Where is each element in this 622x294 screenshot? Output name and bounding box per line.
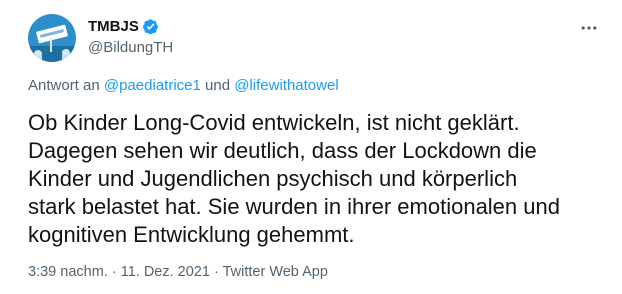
tweet-text-line: kognitiven Entwicklung gehemmt. bbox=[28, 222, 355, 247]
meta-separator: · bbox=[213, 264, 219, 280]
author-name-row: TMBJS bbox=[88, 17, 173, 36]
verified-badge-icon bbox=[142, 18, 159, 35]
tweet-text-line: Dagegen sehen wir deutlich, dass der Loc… bbox=[28, 138, 537, 163]
tweet-meta: 3:39 nachm. · 11. Dez. 2021 · Twitter We… bbox=[28, 264, 328, 280]
mention-link-1[interactable]: @paediatrice1 bbox=[104, 77, 201, 94]
tweet-text-line: Kinder und Jugendlichen psychisch und kö… bbox=[28, 166, 518, 191]
tweet-text-line: Ob Kinder Long-Covid entwickeln, ist nic… bbox=[28, 110, 520, 135]
reply-context: Antwort an @paediatrice1 und @lifewithat… bbox=[28, 77, 339, 94]
tweet-source[interactable]: Twitter Web App bbox=[223, 264, 328, 280]
more-dots-icon bbox=[581, 26, 597, 30]
tweet-date[interactable]: 11. Dez. 2021 bbox=[121, 264, 210, 280]
mention-link-2[interactable]: @lifewithatowel bbox=[234, 77, 338, 94]
author-handle[interactable]: @BildungTH bbox=[88, 39, 173, 56]
tweet-time[interactable]: 3:39 nachm. bbox=[28, 264, 108, 280]
avatar-protest-sign-icon bbox=[28, 14, 76, 62]
meta-separator: · bbox=[111, 264, 117, 280]
avatar[interactable] bbox=[28, 14, 76, 62]
reply-prefix: Antwort an bbox=[28, 77, 100, 94]
tweet-text-line: stark belastet hat. Sie wurden in ihrer … bbox=[28, 194, 560, 219]
tweet-card: TMBJS @BildungTH Antwort an @paediatrice… bbox=[0, 0, 622, 294]
tweet-text: Ob Kinder Long-Covid entwickeln, ist nic… bbox=[28, 109, 608, 249]
more-options-button[interactable] bbox=[572, 14, 606, 42]
reply-conjunction: und bbox=[205, 77, 231, 94]
author-display-name[interactable]: TMBJS bbox=[88, 18, 139, 35]
author-block: TMBJS @BildungTH bbox=[88, 17, 173, 56]
